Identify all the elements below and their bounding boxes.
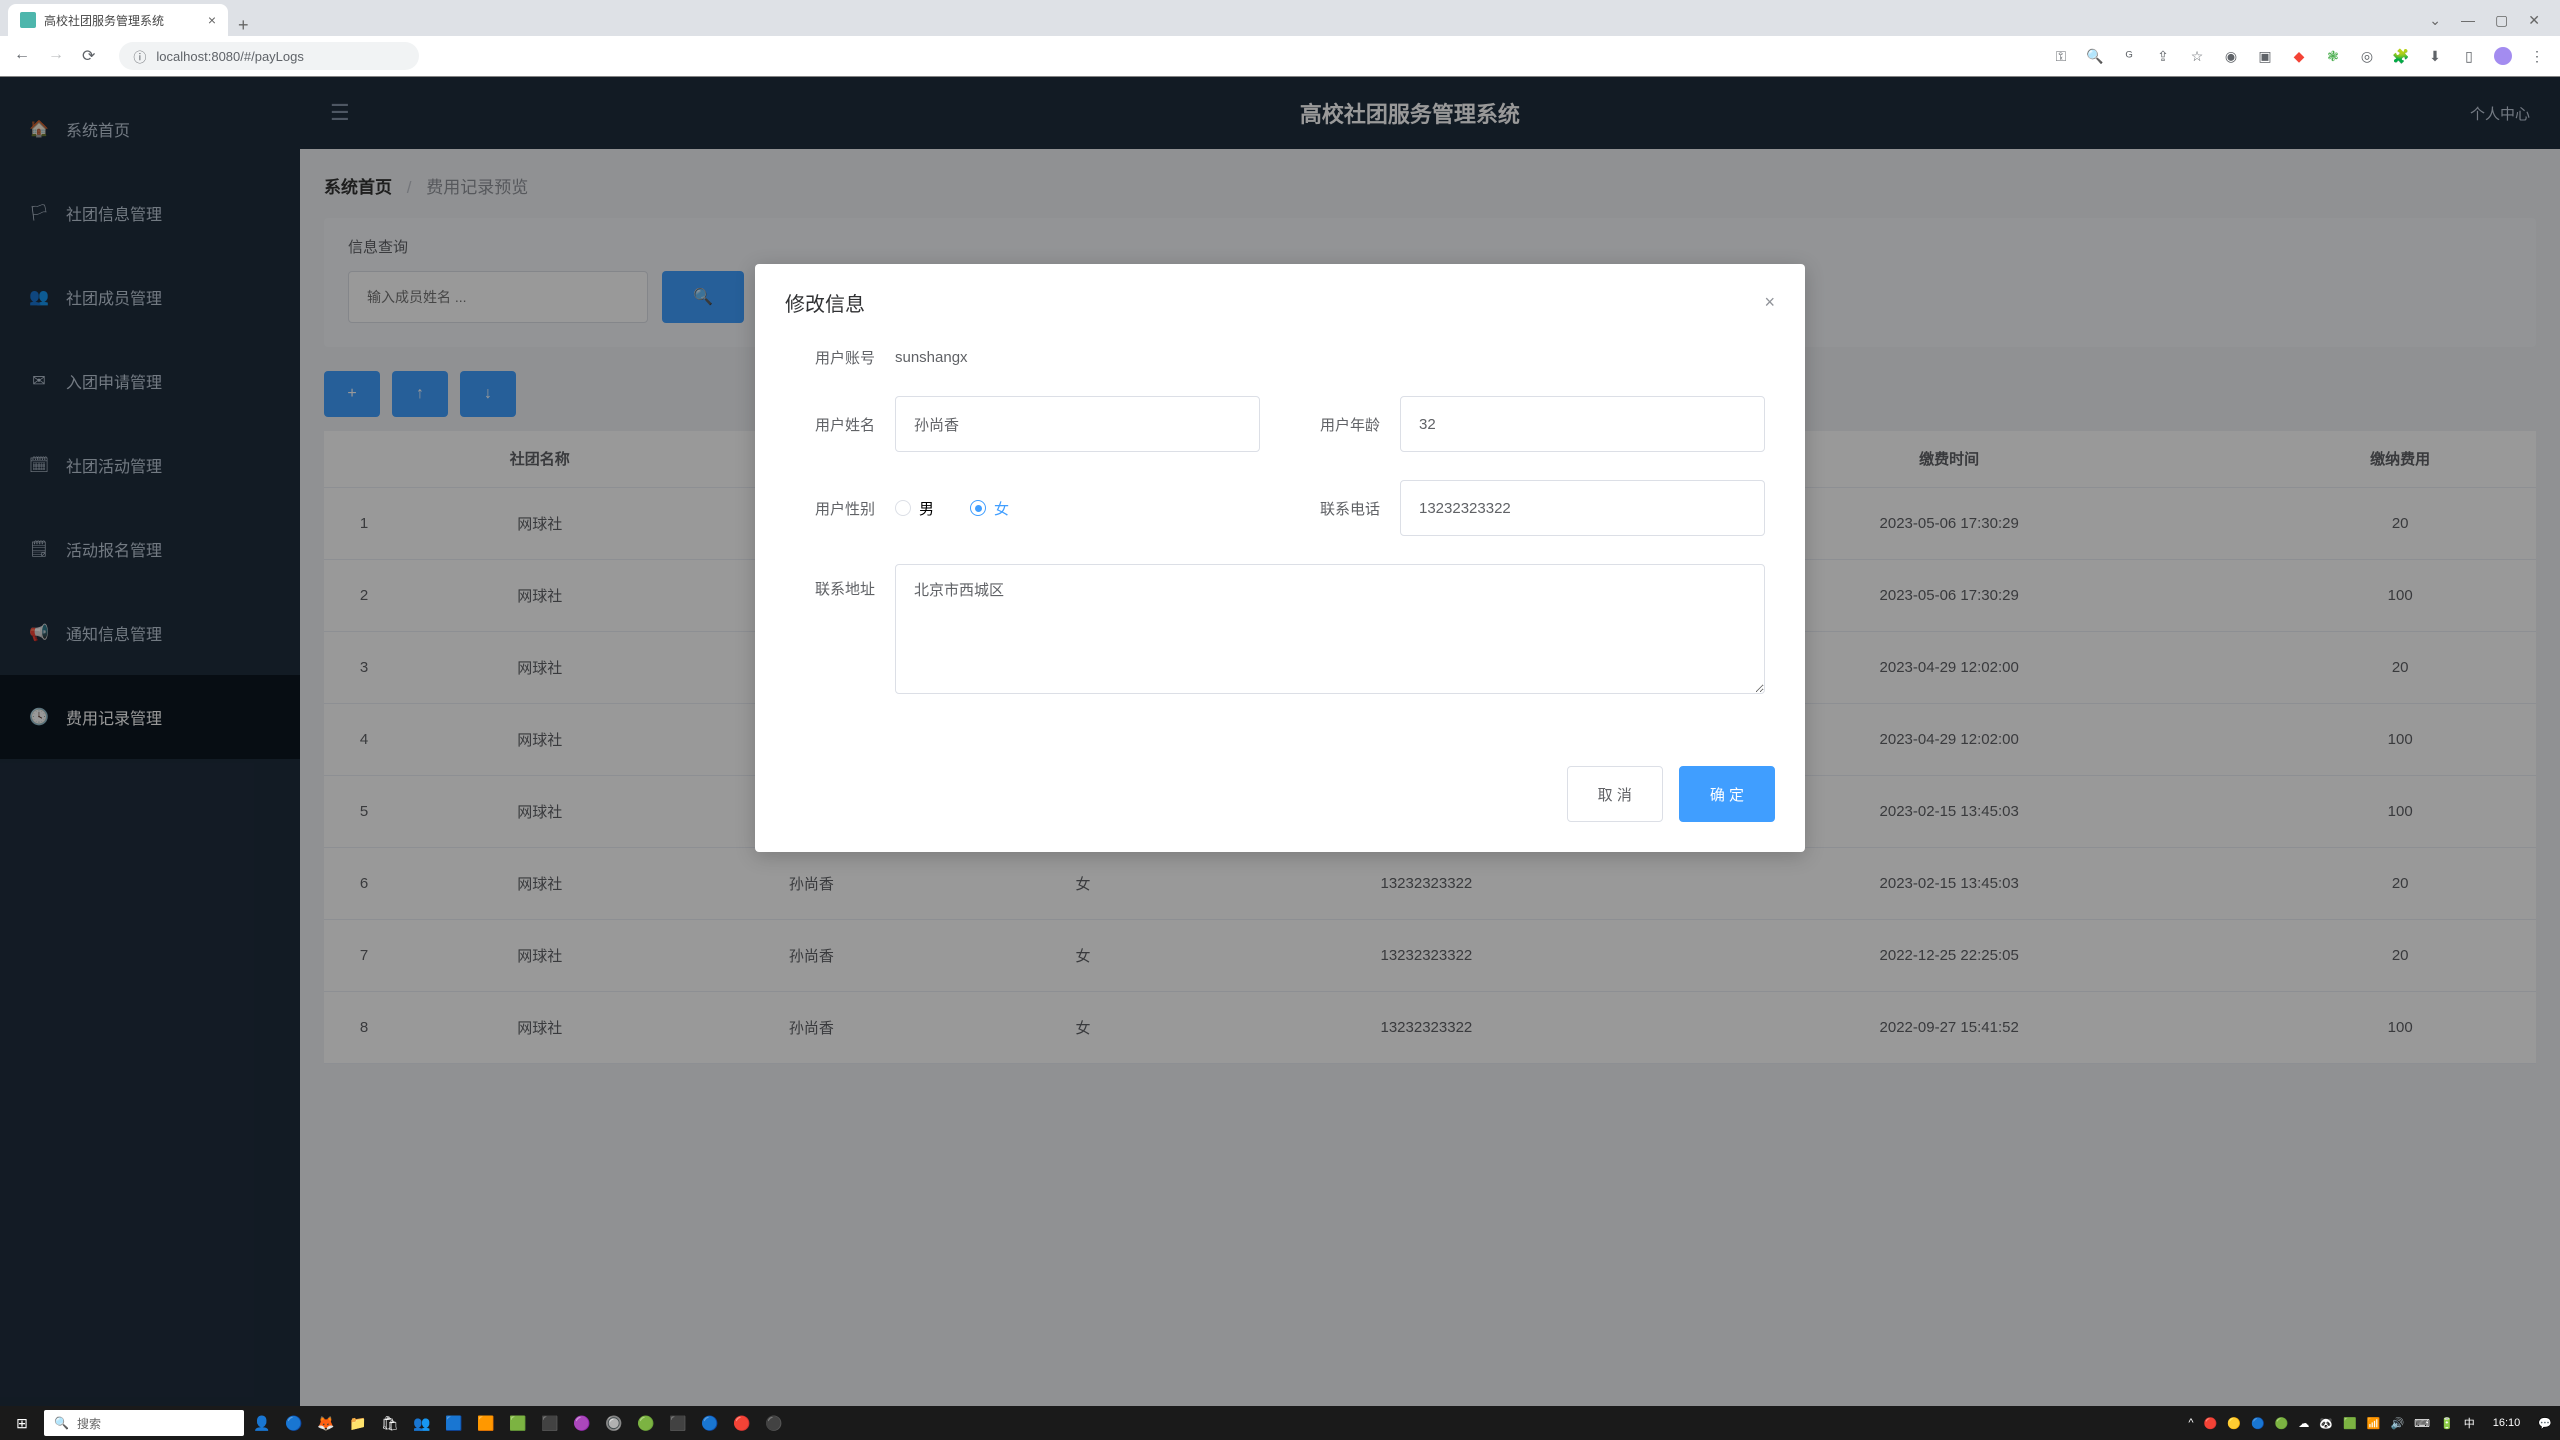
app-icon[interactable]: 🔴 [728, 1409, 756, 1437]
app-icon[interactable]: 🟩 [504, 1409, 532, 1437]
radio-icon [895, 500, 911, 516]
gender-male-radio[interactable]: 男 [895, 498, 934, 519]
tray-icon[interactable]: ^ [2188, 1417, 2193, 1429]
address-textarea[interactable] [895, 564, 1765, 694]
tray-icon[interactable]: 📶 [2367, 1417, 2381, 1430]
url-text: localhost:8080/#/payLogs [156, 49, 303, 64]
app-icon[interactable]: 🟢 [632, 1409, 660, 1437]
confirm-button[interactable]: 确 定 [1679, 766, 1775, 822]
reload-icon[interactable]: ⟳ [82, 46, 95, 66]
zoom-icon[interactable]: 🔍 [2086, 47, 2104, 65]
start-button[interactable]: ⊞ [8, 1409, 36, 1437]
taskbar-search[interactable]: 🔍 搜索 [44, 1410, 244, 1436]
translate-icon[interactable]: ᴳ [2120, 47, 2138, 65]
menu-icon[interactable]: ⋮ [2528, 47, 2546, 65]
tray-icon[interactable]: ☁ [2298, 1417, 2309, 1430]
address-bar[interactable]: ⓘ localhost:8080/#/payLogs [119, 42, 419, 70]
tray-icon[interactable]: 中 [2464, 1415, 2475, 1431]
app-chrome-icon[interactable]: 🔵 [280, 1409, 308, 1437]
search-icon: 🔍 [54, 1416, 69, 1430]
cancel-button[interactable]: 取 消 [1567, 766, 1663, 822]
key-icon[interactable]: ⚿ [2052, 47, 2070, 65]
gender-label: 用户性别 [795, 498, 875, 519]
radio-label: 男 [919, 498, 934, 519]
app-icon[interactable]: 🟦 [440, 1409, 468, 1437]
app-folder-icon[interactable]: 📁 [344, 1409, 372, 1437]
tray-icon[interactable]: 🟩 [2343, 1417, 2357, 1430]
app-store-icon[interactable]: 🛍 [376, 1409, 404, 1437]
tab-title: 高校社团服务管理系统 [44, 12, 164, 29]
tray-icon[interactable]: 🟢 [2275, 1417, 2289, 1430]
app-teams-icon[interactable]: 👥 [408, 1409, 436, 1437]
tray-icon[interactable]: ⌨ [2414, 1417, 2430, 1430]
ext1-icon[interactable]: ◉ [2222, 47, 2240, 65]
app-icon[interactable]: 🟣 [568, 1409, 596, 1437]
notification-icon[interactable]: 💬 [2538, 1417, 2552, 1430]
tray-icon[interactable]: 🔋 [2440, 1417, 2454, 1430]
star-icon[interactable]: ☆ [2188, 47, 2206, 65]
radio-label: 女 [994, 498, 1009, 519]
name-label: 用户姓名 [795, 414, 875, 435]
modal-close-icon[interactable]: × [1764, 292, 1775, 313]
app-firefox-icon[interactable]: 🦊 [312, 1409, 340, 1437]
account-label: 用户账号 [795, 347, 875, 368]
browser-tab[interactable]: 高校社团服务管理系统 × [8, 4, 228, 36]
maximize-icon[interactable]: ▢ [2495, 12, 2508, 29]
name-input[interactable] [895, 396, 1260, 452]
ext4-icon[interactable]: ❃ [2324, 47, 2342, 65]
ext5-icon[interactable]: ◎ [2358, 47, 2376, 65]
close-window-icon[interactable]: ✕ [2528, 12, 2540, 29]
app-icon[interactable]: 🟧 [472, 1409, 500, 1437]
minimize-icon[interactable]: — [2461, 12, 2475, 28]
address-label: 联系地址 [795, 564, 875, 599]
tray-icon[interactable]: 🐼 [2319, 1417, 2333, 1430]
phone-label: 联系电话 [1300, 498, 1380, 519]
tray-icon[interactable]: 🟡 [2227, 1417, 2241, 1430]
forward-icon[interactable]: → [48, 46, 64, 66]
taskbar: ⊞ 🔍搜索 👤 🔵 🦊 📁 🛍 👥 🟦 🟧 🟩 ⬛ 🟣 🔘 🟢 ⬛ 🔵 🔴 ⚫ … [0, 1406, 2560, 1440]
panel-icon[interactable]: ▯ [2460, 47, 2478, 65]
gender-female-radio[interactable]: 女 [970, 498, 1009, 519]
age-input[interactable] [1400, 396, 1765, 452]
tray-icon[interactable]: 🔵 [2251, 1417, 2265, 1430]
tab-favicon [20, 12, 36, 28]
app-icon[interactable]: ⬛ [536, 1409, 564, 1437]
ext3-icon[interactable]: ◆ [2290, 47, 2308, 65]
tray-time[interactable]: 16:10 [2485, 1417, 2529, 1429]
account-value: sunshangx [895, 349, 968, 366]
ext2-icon[interactable]: ▣ [2256, 47, 2274, 65]
age-label: 用户年龄 [1300, 414, 1380, 435]
edit-modal: 修改信息 × 用户账号 sunshangx 用户姓名 用户年龄 [755, 264, 1805, 852]
extensions-icon[interactable]: 🧩 [2392, 47, 2410, 65]
download-icon[interactable]: ⬇ [2426, 47, 2444, 65]
chevron-down-icon[interactable]: ⌄ [2429, 12, 2441, 29]
cortana-icon[interactable]: 👤 [248, 1409, 276, 1437]
back-icon[interactable]: ← [14, 46, 30, 66]
app-icon[interactable]: 🔘 [600, 1409, 628, 1437]
modal-title: 修改信息 [785, 288, 865, 317]
close-tab-icon[interactable]: × [208, 12, 216, 28]
share-icon[interactable]: ⇪ [2154, 47, 2172, 65]
new-tab-button[interactable]: + [228, 15, 259, 36]
app-icon[interactable]: ⚫ [760, 1409, 788, 1437]
info-icon: ⓘ [133, 47, 146, 66]
radio-icon [970, 500, 986, 516]
search-placeholder: 搜索 [77, 1415, 101, 1432]
modal-overlay[interactable]: 修改信息 × 用户账号 sunshangx 用户姓名 用户年龄 [0, 76, 2560, 1406]
app-icon[interactable]: 🔵 [696, 1409, 724, 1437]
tray-icon[interactable]: 🔊 [2390, 1417, 2404, 1430]
app-icon[interactable]: ⬛ [664, 1409, 692, 1437]
profile-avatar[interactable] [2494, 47, 2512, 65]
phone-input[interactable] [1400, 480, 1765, 536]
tray-icon[interactable]: 🔴 [2204, 1417, 2218, 1430]
